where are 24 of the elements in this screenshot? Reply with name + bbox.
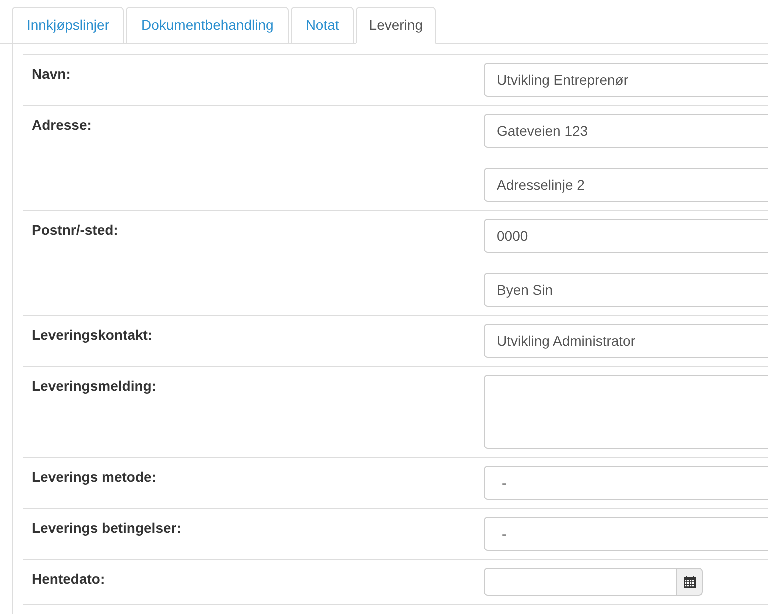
field-label: Leverings betingelser: xyxy=(31,519,182,538)
field-label: Postnr/-sted: xyxy=(31,221,120,240)
select-field[interactable]: - xyxy=(484,517,768,551)
field-label: Leveringsmelding: xyxy=(31,377,158,396)
field-label: Hentedato: xyxy=(31,570,106,589)
text-field[interactable]: Utvikling Administrator xyxy=(484,324,768,358)
text-field[interactable]: Gateveien 123 xyxy=(484,114,768,148)
field-label: Leverings metode: xyxy=(31,468,158,487)
text-field[interactable]: 0000 xyxy=(484,219,768,253)
field-label: Leveringskontakt: xyxy=(31,326,154,345)
select-field[interactable]: - xyxy=(484,466,768,500)
calendar-icon xyxy=(684,576,696,588)
tab[interactable]: Dokumentbehandling xyxy=(126,7,289,43)
tab[interactable]: Notat xyxy=(290,7,354,43)
calendar-button[interactable] xyxy=(677,568,703,596)
field-label: Adresse: xyxy=(31,116,93,135)
date-field[interactable] xyxy=(484,568,677,596)
text-field[interactable]: Adresselinje 2 xyxy=(484,168,768,202)
field-label: Navn: xyxy=(31,65,72,84)
message-field[interactable] xyxy=(484,375,768,449)
tab[interactable]: Levering xyxy=(356,7,436,44)
tab[interactable]: Innkjøpslinjer xyxy=(12,7,124,43)
text-field[interactable]: Utvikling Entreprenør xyxy=(484,63,768,97)
text-field[interactable]: Byen Sin xyxy=(484,273,768,307)
